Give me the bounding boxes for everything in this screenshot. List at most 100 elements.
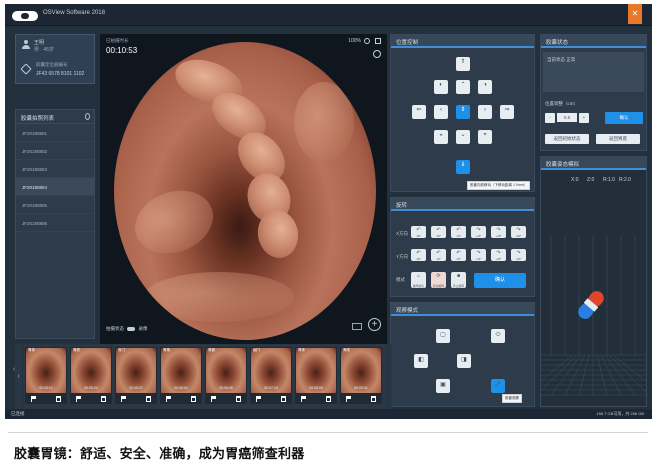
location-pin-icon[interactable] <box>85 113 90 120</box>
trash-icon[interactable] <box>191 396 196 402</box>
turn-right-button[interactable]: › <box>478 105 492 119</box>
step-minus-button[interactable]: - <box>545 113 555 123</box>
confirm-rotate-button[interactable]: 确认 <box>474 273 526 288</box>
rotate-y-button[interactable]: ↶ -90° <box>411 249 426 261</box>
caption: 胶囊胃镜：舒适、安全、准确，成为胃癌筛查利器 <box>14 447 305 462</box>
status-bar: 已连接 156.7 GB可用，共 256 GB <box>5 409 652 419</box>
tilt-up-left-button[interactable]: ◐ <box>434 80 448 94</box>
move-up-button[interactable]: ⇑ <box>456 57 470 71</box>
mode-button[interactable]: ⟳ 自动旋转 <box>431 272 446 288</box>
trash-icon[interactable] <box>236 396 241 402</box>
rotate-y-button[interactable]: ↶ -45° <box>431 249 446 261</box>
trash-icon[interactable] <box>281 396 286 402</box>
view-mode-panel: 观察模式 ▢ ⬭ ◧ ◨ ▣ ⤢ 胶囊观察 <box>390 302 535 407</box>
flag-icon[interactable] <box>121 396 126 402</box>
thumbnail[interactable]: 胃底 00:09:31 <box>340 347 382 404</box>
center-button[interactable]: ⇕ <box>456 105 470 119</box>
endoscope-viewer[interactable]: 已拍摄时长 00:10:53 100% 拍摄状态 录像 + <box>100 34 387 344</box>
thumbnail[interactable]: 胃底 00:05:24 <box>70 347 112 404</box>
thumbnail[interactable]: 胃体 00:05:12 <box>25 347 67 404</box>
flag-icon[interactable] <box>346 396 351 402</box>
fullscreen-icon[interactable] <box>375 38 381 44</box>
thumbnail[interactable]: 胃体 00:08:09 <box>295 347 337 404</box>
trash-icon[interactable] <box>326 396 331 402</box>
trash-icon[interactable] <box>56 396 61 402</box>
capture-list-item[interactable]: JF20180804 <box>16 178 94 196</box>
thumbs-scroll[interactable] <box>388 344 392 409</box>
step-plus-button[interactable]: + <box>579 113 589 123</box>
capture-list-item[interactable]: JF20180803 <box>16 160 94 178</box>
move-down-button[interactable]: ⇓ <box>456 160 470 174</box>
trash-icon[interactable] <box>101 396 106 402</box>
position-control-panel: 位置控制 ⇑ ◐ ⌃ ◑ ⇐ ‹ ⇕ › ⇒ ◒ ⌄ ◓ ⇓ 胶囊向前移动（下移… <box>390 34 535 192</box>
move-left-button[interactable]: ⇐ <box>412 105 426 119</box>
turn-left-button[interactable]: ‹ <box>434 105 448 119</box>
capture-list-item[interactable]: JF20180805 <box>16 196 94 214</box>
refresh-icon[interactable] <box>373 50 381 58</box>
tilt-up-right-button[interactable]: ◑ <box>478 80 492 94</box>
rotate-x-button[interactable]: ↶ -90° <box>411 226 426 238</box>
view-bottom-button[interactable]: ▣ <box>436 379 450 393</box>
thumbnail[interactable]: 贲门 00:05:37 <box>115 347 157 404</box>
rotate-y-button[interactable]: ↷ +90° <box>511 249 526 261</box>
mode-button[interactable]: ⌂ 磁场复位 <box>411 272 426 288</box>
record-toggle[interactable] <box>127 326 136 331</box>
move-right-button[interactable]: ⇒ <box>500 105 514 119</box>
view-top-button[interactable]: ▢ <box>436 329 450 343</box>
flag-icon[interactable] <box>166 396 171 402</box>
storage-status: 156.7 GB可用，共 256 GB <box>596 411 644 416</box>
capture-list-item[interactable]: JF20180801 <box>16 124 94 142</box>
flag-icon[interactable] <box>301 396 306 402</box>
flag-icon[interactable] <box>211 396 216 402</box>
thumbnail[interactable]: 胃窦 00:06:45 <box>205 347 247 404</box>
rotate-icon: ↷ <box>496 227 501 233</box>
zoom-icon[interactable] <box>364 38 370 44</box>
mode-button[interactable]: ■ 停止旋转 <box>451 272 466 288</box>
add-capture-button[interactable]: + <box>368 318 381 331</box>
camera-icon[interactable] <box>352 323 362 330</box>
backward-button[interactable]: ⌄ <box>456 130 470 144</box>
tag-icon <box>20 63 32 75</box>
capture-list-item[interactable]: JF20180806 <box>16 214 94 232</box>
user-name: 王明 <box>34 40 45 46</box>
capture-list-item[interactable]: JF20180802 <box>16 142 94 160</box>
thumbnail[interactable]: 胃角 00:06:02 <box>160 347 202 404</box>
floor-grid <box>541 235 646 396</box>
rotate-icon: ↷ <box>516 250 521 256</box>
return-fundus-button[interactable]: 返回胃底 <box>596 134 640 144</box>
status-note-area: 当前状态 正常 <box>543 52 644 92</box>
reset-initial-button[interactable]: 返回初始状态 <box>545 134 589 144</box>
rotate-x-button[interactable]: ↷ +15° <box>471 226 486 238</box>
thumbs-prev-button[interactable]: ‹ <box>15 344 22 409</box>
close-button[interactable]: ✕ <box>628 4 642 24</box>
capture-list: 胶囊拍照列表 JF20180801 JF20180802 JF20180803 JF2… <box>15 109 95 339</box>
thumbnail[interactable]: 幽门 00:07:18 <box>250 347 292 404</box>
pose-3d-view <box>541 235 646 396</box>
rotate-y-button[interactable]: ↷ +45° <box>491 249 506 261</box>
rotate-x-button[interactable]: ↶ -45° <box>431 226 446 238</box>
flag-icon[interactable] <box>31 396 36 402</box>
view-observe-button[interactable]: ⤢ <box>491 379 505 393</box>
step-apply-button[interactable]: 确认 <box>605 112 643 124</box>
view-left-button[interactable]: ◧ <box>414 354 428 368</box>
trash-icon[interactable] <box>146 396 151 402</box>
view-right-button[interactable]: ◨ <box>457 354 471 368</box>
rotate-y-button[interactable]: ↷ +15° <box>471 249 486 261</box>
rotate-x-button[interactable]: ↶ -15° <box>451 226 466 238</box>
mode-icon: ■ <box>456 273 461 279</box>
view-capsule-button[interactable]: ⬭ <box>491 329 505 343</box>
step-value-field[interactable]: 0.5 <box>557 113 577 122</box>
rotate-x-button[interactable]: ↷ +45° <box>491 226 506 238</box>
rotate-y-button[interactable]: ↶ -15° <box>451 249 466 261</box>
rotate-icon: ↶ <box>456 250 461 256</box>
trash-icon[interactable] <box>371 396 376 402</box>
pose-title: 胶囊姿态模拟 <box>541 157 646 170</box>
connection-status: 已连接 <box>11 411 25 416</box>
tilt-down-right-button[interactable]: ◓ <box>478 130 492 144</box>
forward-button[interactable]: ⌃ <box>456 80 470 94</box>
tilt-down-left-button[interactable]: ◒ <box>434 130 448 144</box>
flag-icon[interactable] <box>256 396 261 402</box>
mode-icon: ⌂ <box>416 273 421 279</box>
flag-icon[interactable] <box>76 396 81 402</box>
rotate-x-button[interactable]: ↷ +90° <box>511 226 526 238</box>
